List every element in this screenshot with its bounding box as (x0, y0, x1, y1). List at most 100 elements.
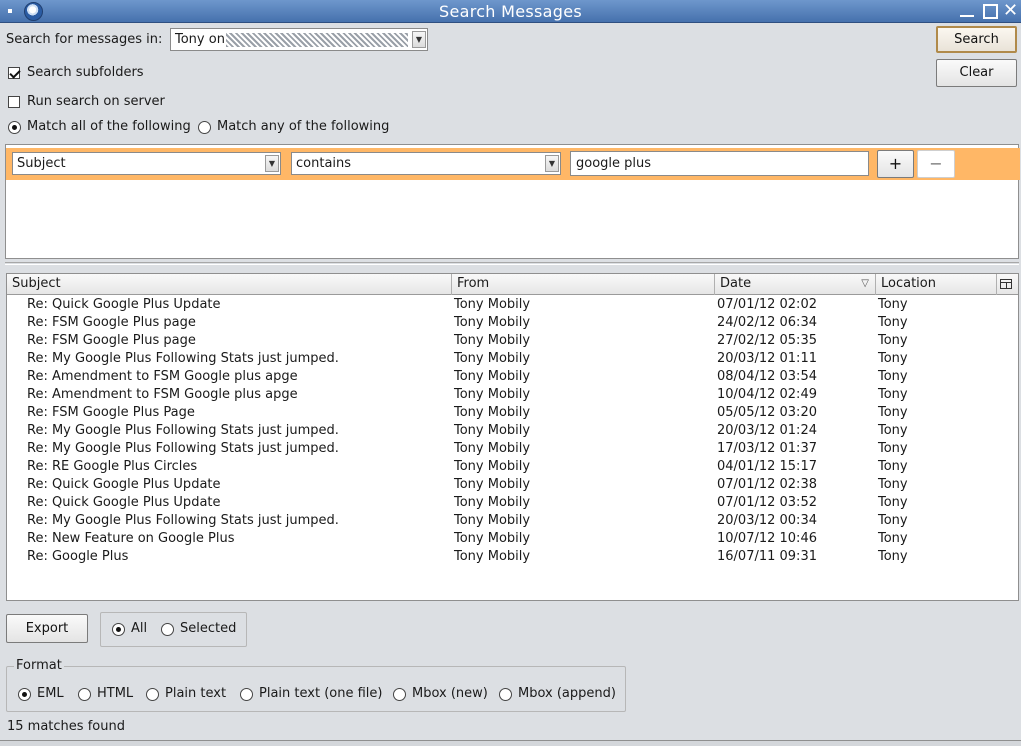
row-date: 10/07/12 10:46 (717, 531, 817, 546)
chevron-down-icon[interactable]: ▼ (412, 31, 426, 48)
row-date: 07/01/12 02:38 (717, 477, 817, 492)
criteria-operator-value: contains (296, 156, 352, 171)
column-date[interactable]: Date ▽ (715, 274, 876, 295)
row-location: Tony (878, 531, 908, 546)
window-title: Search Messages (438, 2, 582, 21)
criteria-field-select[interactable]: Subject ▼ (12, 152, 281, 175)
table-row[interactable]: Re: FSM Google Plus page Tony Mobily 27/02… (7, 332, 1018, 350)
row-location: Tony (878, 441, 908, 456)
criteria-list[interactable]: Subject ▼ contains ▼ google plus + − (5, 144, 1020, 259)
chevron-down-icon[interactable]: ▼ (545, 155, 559, 172)
row-subject: Re: New Feature on Google Plus (27, 531, 235, 546)
row-location: Tony (878, 369, 908, 384)
column-location[interactable]: Location (876, 274, 997, 295)
title-bar[interactable]: Search Messages ✕ (0, 0, 1021, 23)
redacted-region (226, 33, 408, 47)
row-from: Tony Mobily (454, 423, 531, 438)
row-from: Tony Mobily (454, 387, 531, 402)
row-from: Tony Mobily (454, 369, 531, 384)
criteria-operator-select[interactable]: contains ▼ (291, 152, 561, 175)
format-radio-1[interactable] (78, 688, 91, 701)
column-picker-icon[interactable] (997, 274, 1018, 295)
row-subject: Re: Amendment to FSM Google plus apge (27, 387, 298, 402)
column-from[interactable]: From (452, 274, 715, 295)
add-criteria-button[interactable]: + (877, 150, 914, 178)
match-any-label: Match any of the following (217, 119, 390, 134)
row-location: Tony (878, 387, 908, 402)
row-location: Tony (878, 351, 908, 366)
match-any-radio[interactable] (198, 121, 211, 134)
row-date: 17/03/12 01:37 (717, 441, 817, 456)
table-row[interactable]: Re: My Google Plus Following Stats just … (7, 512, 1018, 530)
export-selected-radio[interactable] (161, 623, 174, 636)
row-date: 04/01/12 15:17 (717, 459, 817, 474)
search-in-label: Search for messages in: (6, 32, 163, 47)
search-subfolders-label: Search subfolders (27, 65, 144, 80)
row-subject: Re: Quick Google Plus Update (27, 477, 221, 492)
format-legend: Format (14, 658, 64, 673)
row-location: Tony (878, 513, 908, 528)
table-row[interactable]: Re: My Google Plus Following Stats just … (7, 350, 1018, 368)
row-subject: Re: My Google Plus Following Stats just … (27, 423, 339, 438)
window-bottom-edge (0, 740, 1021, 746)
folder-select-value: Tony on (175, 32, 225, 47)
table-row[interactable]: Re: My Google Plus Following Stats just … (7, 422, 1018, 440)
row-date: 20/03/12 00:34 (717, 513, 817, 528)
table-row[interactable]: Re: Amendment to FSM Google plus apge Ton… (7, 368, 1018, 386)
run-on-server-checkbox[interactable] (8, 96, 20, 108)
row-from: Tony Mobily (454, 459, 531, 474)
export-button[interactable]: Export (6, 614, 88, 643)
row-location: Tony (878, 405, 908, 420)
table-row[interactable]: Re: Quick Google Plus Update Tony Mobily 0… (7, 476, 1018, 494)
table-row[interactable]: Re: New Feature on Google Plus Tony Mobil… (7, 530, 1018, 548)
row-from: Tony Mobily (454, 477, 531, 492)
row-location: Tony (878, 297, 908, 312)
format-radio-3[interactable] (240, 688, 253, 701)
column-subject[interactable]: Subject (7, 274, 452, 295)
format-radio-5[interactable] (499, 688, 512, 701)
search-button[interactable]: Search (936, 26, 1017, 53)
table-row[interactable]: Re: RE Google Plus Circles Tony Mobily 04/… (7, 458, 1018, 476)
table-row[interactable]: Re: Quick Google Plus Update Tony Mobily 0… (7, 296, 1018, 314)
search-subfolders-checkbox[interactable] (8, 67, 20, 79)
row-from: Tony Mobily (454, 315, 531, 330)
folder-select[interactable]: Tony on ▼ (170, 28, 428, 51)
export-all-radio[interactable] (112, 623, 125, 636)
format-radio-4[interactable] (393, 688, 406, 701)
run-on-server-label: Run search on server (27, 94, 165, 109)
row-subject: Re: FSM Google Plus page (27, 333, 196, 348)
row-date: 27/02/12 05:35 (717, 333, 817, 348)
row-from: Tony Mobily (454, 495, 531, 510)
row-subject: Re: Google Plus (27, 549, 129, 564)
format-label-0: EML (37, 686, 64, 701)
row-subject: Re: Quick Google Plus Update (27, 297, 221, 312)
table-row[interactable]: Re: Amendment to FSM Google plus apge Ton… (7, 386, 1018, 404)
minimize-icon[interactable] (960, 15, 974, 17)
export-all-label: All (131, 621, 148, 636)
row-from: Tony Mobily (454, 549, 531, 564)
table-row[interactable]: Re: Quick Google Plus Update Tony Mobily 0… (7, 494, 1018, 512)
table-row[interactable]: Re: My Google Plus Following Stats just … (7, 440, 1018, 458)
format-radio-2[interactable] (146, 688, 159, 701)
table-row[interactable]: Re: Google Plus Tony Mobily 16/07/11 09:31… (7, 548, 1018, 566)
chevron-down-icon[interactable]: ▼ (265, 155, 279, 172)
splitter[interactable] (5, 262, 1019, 265)
remove-criteria-button[interactable]: − (917, 150, 955, 178)
row-subject: Re: RE Google Plus Circles (27, 459, 198, 474)
results-table[interactable]: Subject From Date ▽ Location Re: Quick G… (6, 273, 1019, 601)
row-date: 10/04/12 02:49 (717, 387, 817, 402)
table-row[interactable]: Re: FSM Google Plus page Tony Mobily 24/02… (7, 314, 1018, 332)
row-from: Tony Mobily (454, 333, 531, 348)
row-subject: Re: My Google Plus Following Stats just … (27, 513, 339, 528)
table-row[interactable]: Re: FSM Google Plus Page Tony Mobily 05/05… (7, 404, 1018, 422)
format-radio-0[interactable] (18, 688, 31, 701)
criteria-value-input[interactable]: google plus (570, 151, 869, 176)
criteria-row[interactable]: Subject ▼ contains ▼ google plus + − (6, 148, 1020, 180)
row-date: 07/01/12 03:52 (717, 495, 817, 510)
row-date: 24/02/12 06:34 (717, 315, 817, 330)
row-subject: Re: FSM Google Plus Page (27, 405, 195, 420)
match-all-radio[interactable] (8, 121, 21, 134)
maximize-icon[interactable] (983, 4, 998, 19)
close-icon[interactable]: ✕ (1003, 2, 1021, 20)
clear-button[interactable]: Clear (936, 59, 1017, 87)
